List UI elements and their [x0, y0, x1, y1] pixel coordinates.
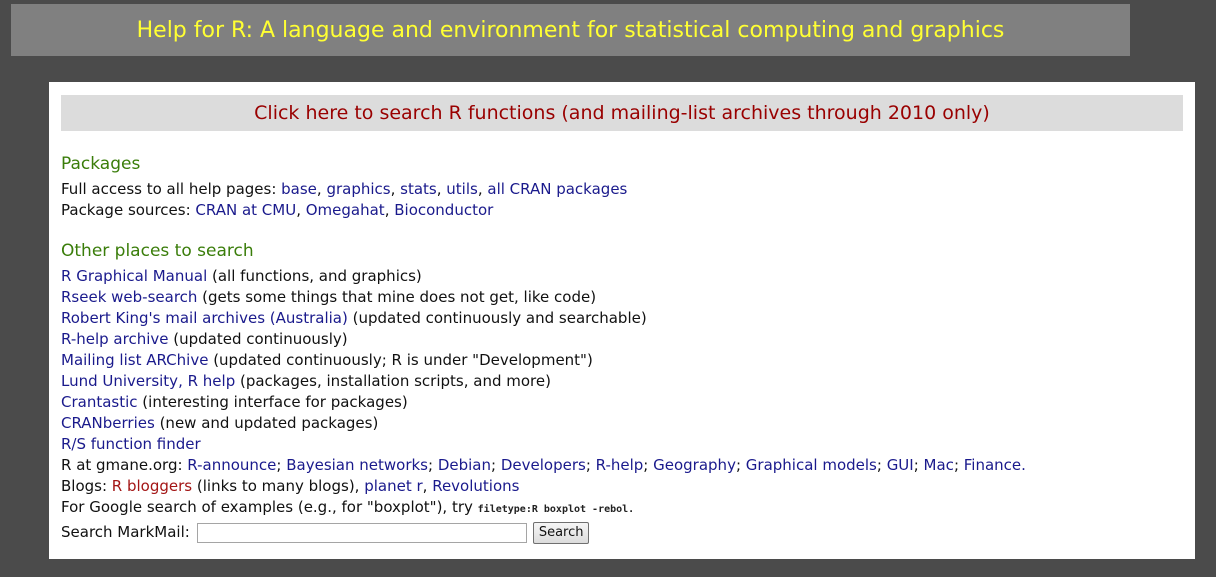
main-panel: Click here to search R functions (and ma…: [49, 82, 1195, 559]
list-item: Rseek web-search (gets some things that …: [61, 288, 597, 306]
link-cranberries[interactable]: CRANberries: [61, 414, 155, 432]
content: Packages Full access to all help pages: …: [61, 152, 1183, 545]
link-gmane-geography[interactable]: Geography: [653, 456, 736, 474]
packages-heading: Packages: [61, 154, 141, 174]
markmail-label: Search MarkMail:: [61, 523, 190, 541]
list-item: Lund University, R help (packages, insta…: [61, 372, 551, 390]
link-r-bloggers[interactable]: R bloggers: [112, 477, 192, 495]
link-cran-at-cmu[interactable]: CRAN at CMU: [195, 201, 296, 219]
page-title-bar: Help for R: A language and environment f…: [11, 4, 1130, 56]
list-item: Mailing list ARChive (updated continuous…: [61, 351, 593, 369]
markmail-search-input[interactable]: [196, 522, 527, 543]
link-gmane-r-announce[interactable]: R-announce: [187, 456, 276, 474]
link-stats[interactable]: stats: [400, 180, 437, 198]
markmail-search-button[interactable]: Search: [532, 521, 590, 544]
link-graphics[interactable]: graphics: [326, 180, 390, 198]
link-utils[interactable]: utils: [446, 180, 478, 198]
link-gmane-mac[interactable]: Mac: [924, 456, 954, 474]
link-crantastic[interactable]: Crantastic: [61, 393, 138, 411]
help-pages-line: Full access to all help pages: base, gra…: [61, 180, 628, 198]
link-all-cran-packages[interactable]: all CRAN packages: [487, 180, 627, 198]
list-item: CRANberries (new and updated packages): [61, 414, 379, 432]
blogs-line: Blogs: R bloggers (links to many blogs),…: [61, 477, 520, 495]
link-gmane-r-help[interactable]: R-help: [596, 456, 644, 474]
link-revolutions[interactable]: Revolutions: [432, 477, 519, 495]
package-sources-line: Package sources: CRAN at CMU, Omegahat, …: [61, 201, 494, 219]
link-r-graphical-manual[interactable]: R Graphical Manual: [61, 267, 207, 285]
link-lund-university[interactable]: Lund University, R help: [61, 372, 235, 390]
list-item: Robert King's mail archives (Australia) …: [61, 309, 647, 327]
list-item: Crantastic (interesting interface for pa…: [61, 393, 408, 411]
link-robert-king-archives[interactable]: Robert King's mail archives (Australia): [61, 309, 348, 327]
link-rs-function-finder[interactable]: R/S function finder: [61, 435, 201, 453]
list-item: R-help archive (updated continuously): [61, 330, 348, 348]
google-search-line: For Google search of examples (e.g., for…: [61, 498, 635, 516]
page-title: Help for R: A language and environment f…: [136, 17, 1005, 43]
link-omegahat[interactable]: Omegahat: [306, 201, 385, 219]
link-gmane-graphical-models[interactable]: Graphical models: [746, 456, 877, 474]
link-r-help-archive[interactable]: R-help archive: [61, 330, 168, 348]
link-gmane-finance[interactable]: Finance: [964, 456, 1021, 474]
link-gmane-bayesian-networks[interactable]: Bayesian networks: [286, 456, 428, 474]
link-gmane-debian[interactable]: Debian: [438, 456, 491, 474]
markmail-search-form: Search MarkMail: Search: [61, 520, 1183, 545]
link-gmane-gui[interactable]: GUI: [887, 456, 914, 474]
link-gmane-developers[interactable]: Developers: [501, 456, 586, 474]
list-item: R Graphical Manual (all functions, and g…: [61, 267, 422, 285]
link-bioconductor[interactable]: Bioconductor: [394, 201, 493, 219]
link-base[interactable]: base: [281, 180, 317, 198]
search-r-functions-link[interactable]: Click here to search R functions (and ma…: [61, 95, 1183, 131]
google-search-code: filetype:R boxplot -rebol.: [477, 504, 635, 515]
other-places-heading: Other places to search: [61, 241, 254, 261]
list-item: R/S function finder: [61, 434, 1183, 455]
gmane-line: R at gmane.org: R-announce; Bayesian net…: [61, 456, 1026, 474]
link-rseek[interactable]: Rseek web-search: [61, 288, 197, 306]
link-mailing-list-archive[interactable]: Mailing list ARChive: [61, 351, 208, 369]
link-planet-r[interactable]: planet r: [364, 477, 422, 495]
